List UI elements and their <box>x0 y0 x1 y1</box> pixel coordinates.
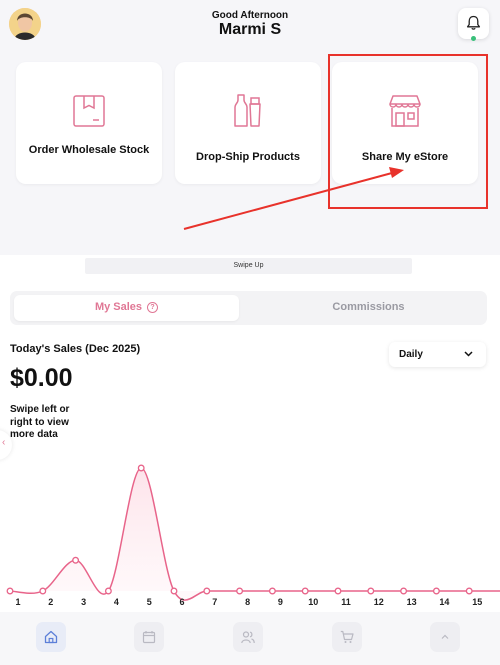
data-point[interactable] <box>268 587 276 595</box>
swipe-up-handle[interactable]: Swipe Up <box>85 258 412 274</box>
sales-title: Today's Sales (Dec 2025) <box>10 343 141 355</box>
data-point[interactable] <box>104 587 112 595</box>
data-point[interactable] <box>432 587 440 595</box>
cart-icon <box>340 630 354 643</box>
x-tick-label: 10 <box>308 597 318 607</box>
annotation-arrow <box>183 167 404 230</box>
home-icon <box>44 630 58 644</box>
series-area <box>10 468 500 601</box>
bottom-nav <box>0 612 500 665</box>
data-point[interactable] <box>367 587 375 595</box>
x-tick-label: 13 <box>407 597 417 607</box>
chevron-up-icon <box>441 634 449 639</box>
sales-chart: 1 2 3 4 5 6 7 8 9 10 11 12 13 14 15 <box>6 464 500 607</box>
x-tick-label: 2 <box>48 597 53 607</box>
help-icon[interactable]: ? <box>147 301 159 313</box>
data-point[interactable] <box>39 587 47 595</box>
x-tick-label: 15 <box>472 597 482 607</box>
x-tick-label: 6 <box>179 597 184 607</box>
x-tick-label: 7 <box>212 597 217 607</box>
data-point[interactable] <box>236 587 244 595</box>
period-value: Daily <box>399 349 423 360</box>
users-icon <box>241 631 255 644</box>
x-tick-label: 12 <box>374 597 384 607</box>
data-point[interactable] <box>334 587 342 595</box>
nav-scroll-up[interactable] <box>430 622 460 652</box>
data-point[interactable] <box>465 587 473 595</box>
data-point[interactable] <box>137 464 145 472</box>
tab-commissions[interactable]: Commissions <box>250 301 487 313</box>
data-point[interactable] <box>72 556 80 564</box>
x-tick-label: 11 <box>341 597 351 607</box>
data-point[interactable] <box>301 587 309 595</box>
nav-calendar[interactable] <box>134 622 164 652</box>
tab-my-sales[interactable]: My Sales? <box>10 301 243 313</box>
tab-label: My Sales <box>94 301 143 313</box>
swipe-hint: Swipe left or right to view more data <box>10 404 70 440</box>
chevron-down-icon <box>464 351 473 357</box>
data-point[interactable] <box>203 587 211 595</box>
nav-home[interactable] <box>36 622 66 652</box>
sales-tabs: My Sales? Commissions <box>10 291 487 325</box>
sales-amount: $0.00 <box>10 364 73 392</box>
x-tick-label: 14 <box>439 597 449 607</box>
nav-cart[interactable] <box>332 622 362 652</box>
data-point[interactable] <box>400 587 408 595</box>
x-tick-label: 5 <box>147 597 152 607</box>
x-tick-label: 1 <box>15 597 20 607</box>
x-tick-label: 8 <box>245 597 250 607</box>
data-point[interactable] <box>170 587 178 595</box>
data-point[interactable] <box>6 587 14 595</box>
x-tick-label: 3 <box>81 597 86 607</box>
nav-users[interactable] <box>233 622 263 652</box>
x-tick-label: 9 <box>278 597 283 607</box>
calendar-icon <box>142 631 156 644</box>
period-select[interactable]: Daily <box>389 342 486 367</box>
x-tick-label: 4 <box>114 597 119 607</box>
